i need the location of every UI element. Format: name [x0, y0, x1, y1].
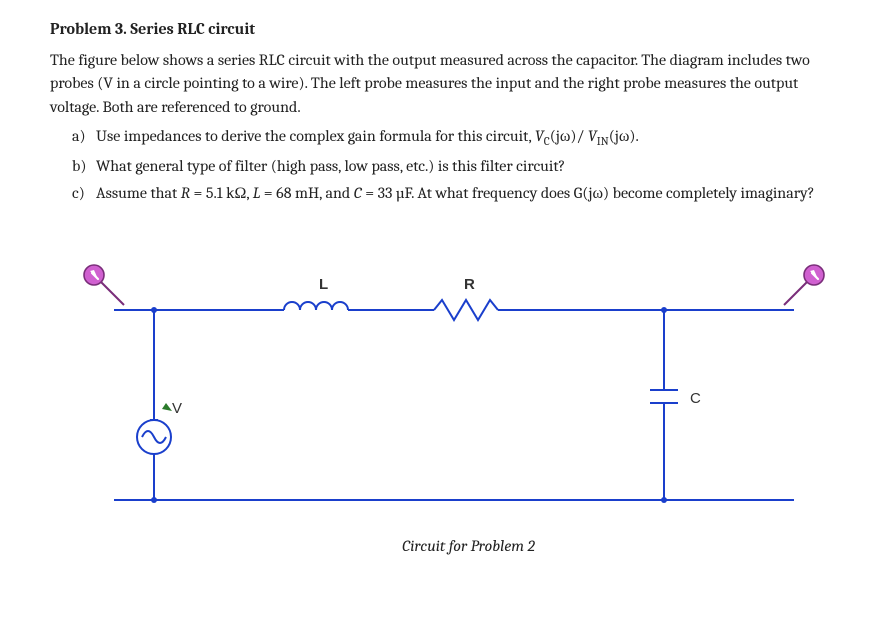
output-probe-icon — [784, 265, 824, 305]
problem-intro: The figure below shows a series RLC circ… — [50, 49, 837, 119]
heading-prefix: Problem 3. — [50, 20, 127, 38]
capacitor-branch — [650, 310, 678, 500]
circuit-svg: L R C V — [54, 245, 834, 525]
capacitor-label: C — [690, 390, 701, 407]
item-marker: b) — [72, 155, 86, 178]
inductor-label: L — [319, 276, 328, 293]
question-item-b: b) What general type of filter (high pas… — [72, 155, 837, 178]
circuit-figure: L R C V Circuit for Problem 2 — [50, 245, 837, 558]
item-marker: c) — [72, 182, 85, 205]
resistor-label: R — [464, 276, 475, 293]
item-text: What general type of filter (high pass, … — [96, 157, 565, 175]
input-probe-icon — [84, 265, 124, 305]
item-marker: a) — [72, 125, 86, 148]
nodes — [151, 307, 667, 503]
figure-caption: Circuit for Problem 2 — [50, 535, 837, 558]
question-item-a: a) Use impedances to derive the complex … — [72, 125, 837, 151]
item-text: Assume that R = 5.1 kΩ, L = 68 mH, and C… — [96, 184, 815, 202]
question-list: a) Use impedances to derive the complex … — [50, 125, 837, 205]
source-label: V — [172, 400, 182, 417]
problem-heading: Problem 3. Series RLC circuit — [50, 18, 837, 41]
question-item-c: c) Assume that R = 5.1 kΩ, L = 68 mH, an… — [72, 182, 837, 205]
item-text: Use impedances to derive the complex gai… — [96, 127, 639, 145]
top-wire — [114, 300, 794, 320]
source-arrow-icon — [162, 403, 172, 411]
heading-title: Series RLC circuit — [130, 20, 255, 38]
